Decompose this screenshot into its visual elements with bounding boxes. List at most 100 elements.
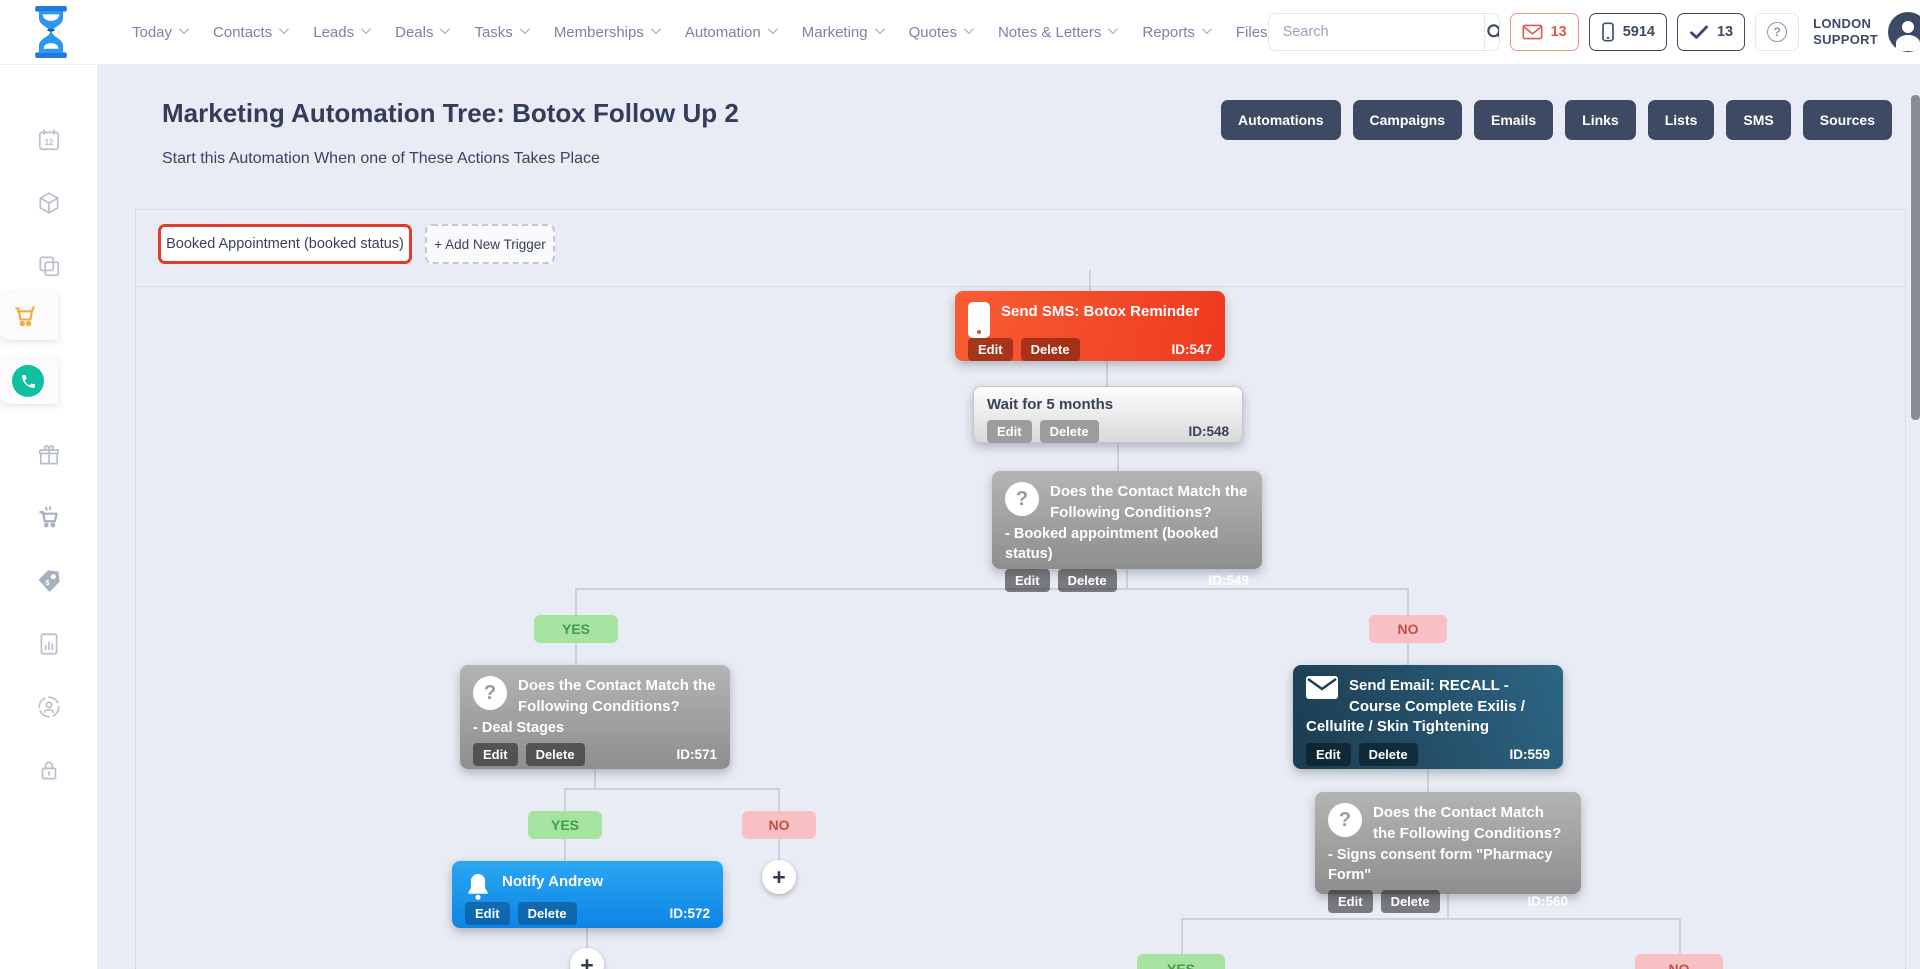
- nav-reports[interactable]: Reports: [1142, 24, 1209, 41]
- nav-deals[interactable]: Deals: [395, 24, 447, 41]
- phone-count: 5914: [1623, 24, 1655, 40]
- chevron-down-icon: [361, 24, 371, 34]
- node-id: ID:547: [1171, 342, 1212, 357]
- node-title: Does the Contact Match the Following Con…: [1005, 482, 1249, 523]
- edit-button[interactable]: Edit: [465, 902, 510, 925]
- connector: [1117, 443, 1119, 471]
- question-mark-icon: ?: [1328, 803, 1362, 837]
- chevron-down-icon: [520, 24, 530, 34]
- app-root: Today Contacts Leads Deals Tasks Members…: [0, 0, 1920, 969]
- search-button[interactable]: [1484, 14, 1500, 50]
- lock-icon[interactable]: [34, 755, 64, 785]
- package-icon[interactable]: [34, 188, 64, 218]
- connector: [586, 928, 588, 950]
- floating-cart-button[interactable]: [0, 292, 58, 340]
- phone-badge[interactable]: 5914: [1589, 13, 1667, 51]
- price-tag-icon[interactable]: $: [34, 566, 64, 596]
- add-new-trigger-button[interactable]: + Add New Trigger: [425, 224, 555, 264]
- calendar-icon[interactable]: 12: [34, 125, 64, 155]
- node-send-sms: Send SMS: Botox Reminder Edit Delete ID:…: [955, 291, 1225, 361]
- campaigns-button[interactable]: Campaigns: [1353, 100, 1462, 140]
- yes-label: YES: [534, 615, 618, 643]
- sources-button[interactable]: Sources: [1803, 100, 1892, 140]
- nav-today[interactable]: Today: [132, 24, 186, 41]
- connector: [594, 769, 596, 790]
- edit-button[interactable]: Edit: [1328, 890, 1373, 913]
- sidebar: 12 $: [0, 65, 98, 969]
- nav-notes-letters[interactable]: Notes & Letters: [998, 24, 1115, 41]
- connector: [564, 788, 780, 790]
- nav-marketing[interactable]: Marketing: [802, 24, 882, 41]
- main-nav: Today Contacts Leads Deals Tasks Members…: [132, 24, 1268, 41]
- mail-icon: [1522, 24, 1543, 40]
- connector: [1181, 918, 1183, 954]
- nav-label: Marketing: [802, 24, 868, 41]
- question-mark-icon: ?: [1005, 482, 1039, 516]
- connector: [1181, 918, 1681, 920]
- app-logo[interactable]: [28, 6, 74, 58]
- nav-automation[interactable]: Automation: [685, 24, 775, 41]
- no-label: NO: [742, 811, 816, 839]
- floating-call-button[interactable]: [0, 358, 58, 404]
- email-envelope-icon: [1306, 676, 1338, 699]
- connector: [778, 839, 780, 862]
- user-avatar[interactable]: [1888, 12, 1920, 52]
- mail-badge[interactable]: 13: [1510, 13, 1579, 51]
- nav-quotes[interactable]: Quotes: [909, 24, 971, 41]
- report-icon[interactable]: [34, 629, 64, 659]
- node-id: ID:559: [1509, 747, 1550, 762]
- links-button[interactable]: Links: [1565, 100, 1636, 140]
- delete-button[interactable]: Delete: [518, 902, 577, 925]
- mail-count: 13: [1551, 24, 1567, 40]
- nav-memberships[interactable]: Memberships: [554, 24, 658, 41]
- no-label: NO: [1635, 954, 1723, 969]
- chevron-down-icon: [179, 24, 189, 34]
- user-name: LONDON SUPPORT: [1813, 16, 1878, 49]
- edit-button[interactable]: Edit: [987, 420, 1032, 443]
- gift-icon[interactable]: [34, 440, 64, 470]
- sms-button[interactable]: SMS: [1726, 100, 1790, 140]
- node-condition-571: ? Does the Contact Match the Following C…: [460, 665, 730, 769]
- copy-icon[interactable]: [34, 251, 64, 281]
- question-icon: ?: [1767, 22, 1787, 42]
- connector: [778, 788, 780, 811]
- lists-button[interactable]: Lists: [1648, 100, 1715, 140]
- add-node-button[interactable]: +: [762, 860, 796, 894]
- delete-button[interactable]: Delete: [1058, 569, 1117, 592]
- nav-leads[interactable]: Leads: [313, 24, 368, 41]
- delete-button[interactable]: Delete: [1381, 890, 1440, 913]
- topbar-right: 13 5914 13 ? LONDON SUPPORT: [1268, 12, 1920, 52]
- node-id: ID:560: [1527, 894, 1568, 909]
- vertical-scrollbar-thumb[interactable]: [1911, 95, 1920, 420]
- nav-tasks[interactable]: Tasks: [474, 24, 526, 41]
- nav-files[interactable]: Files: [1236, 24, 1268, 41]
- emails-button[interactable]: Emails: [1474, 100, 1553, 140]
- connector: [575, 643, 577, 665]
- account-icon[interactable]: [34, 692, 64, 722]
- nav-contacts[interactable]: Contacts: [213, 24, 286, 41]
- nav-label: Notes & Letters: [998, 24, 1101, 41]
- edit-button[interactable]: Edit: [1005, 569, 1050, 592]
- search-input[interactable]: [1269, 14, 1484, 50]
- connector: [1106, 361, 1108, 386]
- cart-icon[interactable]: [34, 503, 64, 533]
- node-title: Does the Contact Match the Following Con…: [1328, 803, 1568, 844]
- delete-button[interactable]: Delete: [526, 743, 585, 766]
- connector: [575, 588, 577, 615]
- delete-button[interactable]: Delete: [1040, 420, 1099, 443]
- check-icon: [1689, 24, 1709, 40]
- automations-button[interactable]: Automations: [1221, 100, 1341, 140]
- delete-button[interactable]: Delete: [1359, 743, 1418, 766]
- node-wait: Wait for 5 months Edit Delete ID:548: [973, 386, 1243, 443]
- no-label: NO: [1369, 615, 1447, 643]
- tasks-badge[interactable]: 13: [1677, 13, 1745, 51]
- edit-button[interactable]: Edit: [1306, 743, 1351, 766]
- node-send-email: Send Email: RECALL - Course Complete Exi…: [1293, 665, 1563, 769]
- nav-label: Tasks: [474, 24, 512, 41]
- trigger-chip[interactable]: Booked Appointment (booked status): [158, 224, 412, 264]
- delete-button[interactable]: Delete: [1021, 338, 1080, 361]
- edit-button[interactable]: Edit: [968, 338, 1013, 361]
- edit-button[interactable]: Edit: [473, 743, 518, 766]
- node-id: ID:572: [669, 906, 710, 921]
- help-button[interactable]: ?: [1755, 13, 1799, 51]
